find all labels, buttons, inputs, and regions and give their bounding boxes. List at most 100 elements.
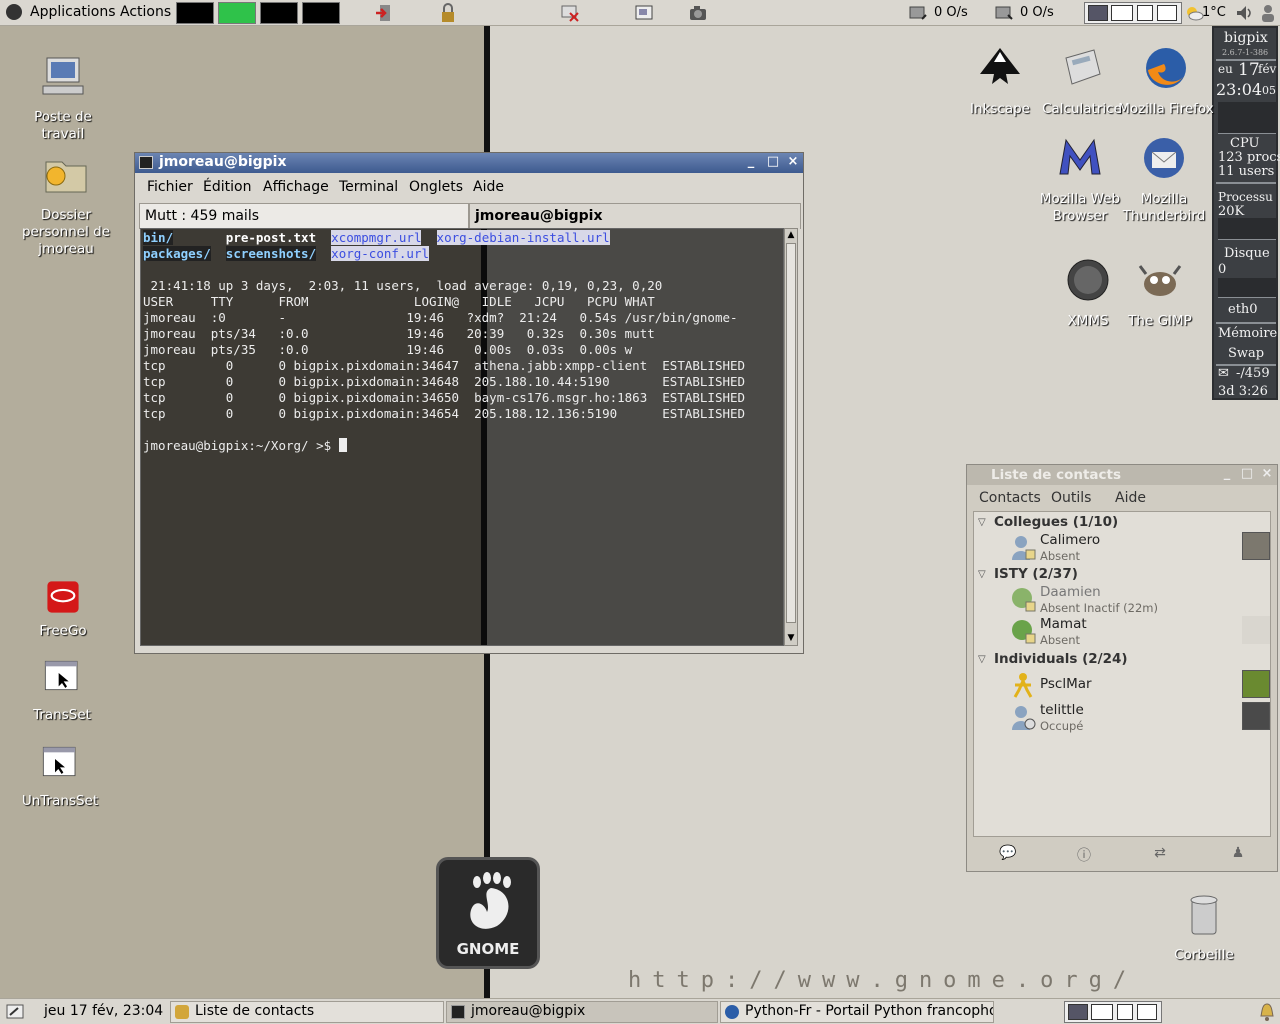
contact-avatar xyxy=(1242,532,1270,560)
close-button[interactable]: × xyxy=(785,154,801,170)
group-collegues[interactable]: Collegues (1/10) xyxy=(994,514,1118,530)
desktop-icon-trash[interactable]: Corbeille xyxy=(1156,890,1252,964)
workspace-2[interactable] xyxy=(218,2,256,24)
taskbar-button-terminal[interactable]: jmoreau@bigpix xyxy=(446,1001,718,1023)
contact-away-icon xyxy=(1012,536,1036,560)
output-line: tcp 0 0 bigpix.pixdomain:34654 205.188.1… xyxy=(143,406,746,421)
expand-triangle-icon[interactable]: ▽ xyxy=(978,569,988,580)
terminal-scrollbar[interactable]: ▲ ▼ xyxy=(784,228,798,646)
desktop-icon-computer[interactable]: Poste de travail xyxy=(15,52,111,143)
tab-mutt[interactable]: Mutt : 459 mails xyxy=(139,203,469,229)
menu-outils[interactable]: Outils xyxy=(1051,490,1091,506)
lock-screen-icon[interactable] xyxy=(438,3,458,23)
status-arrows-icon[interactable]: ⇄ xyxy=(1151,845,1169,863)
panel-clock[interactable]: jeu 17 fév, 23:04 xyxy=(44,1003,163,1019)
menu-edition[interactable]: Édition xyxy=(203,179,251,195)
desktop-icon-transset[interactable]: TransSet xyxy=(14,658,110,724)
gnome-logo: GNOME xyxy=(436,857,540,969)
desktop-icon-label: Dossier personnel de jmoreau xyxy=(21,207,111,257)
workspace-4[interactable] xyxy=(302,2,340,24)
close-button[interactable]: × xyxy=(1259,466,1275,482)
desktop-icon-label: Calculatrice xyxy=(1042,101,1122,117)
contacts-app-icon xyxy=(175,1005,189,1019)
terminal-titlebar[interactable]: jmoreau@bigpix _ □ × xyxy=(135,153,803,173)
minimize-button[interactable]: _ xyxy=(1219,466,1235,482)
gk-mail-icon[interactable]: ✉ xyxy=(1218,366,1229,381)
show-desktop-icon[interactable] xyxy=(634,3,654,23)
notification-icon[interactable] xyxy=(1258,1002,1276,1022)
shell-prompt: jmoreau@bigpix:~/Xorg/ >$ xyxy=(143,438,339,453)
trash-icon xyxy=(1190,895,1218,935)
menu-terminal[interactable]: Terminal xyxy=(339,179,398,195)
taskbar-button-browser[interactable]: Python-Fr - Portail Python francophone xyxy=(720,1001,994,1023)
group-isty[interactable]: ISTY (2/37) xyxy=(994,566,1078,582)
logout-icon[interactable] xyxy=(374,3,394,23)
contact-list-title: Liste de contacts xyxy=(991,467,1122,483)
scrollbar-thumb[interactable] xyxy=(786,243,796,623)
desktop-icon-untransset[interactable]: UnTransSet xyxy=(12,744,108,810)
taskbar-button-contacts[interactable]: Liste de contacts xyxy=(170,1001,444,1023)
user-status-icon[interactable] xyxy=(1258,3,1278,23)
actions-menu[interactable]: Actions xyxy=(120,4,171,20)
workspace-3[interactable] xyxy=(260,2,298,24)
desktop-icon-freego[interactable]: FreeGo xyxy=(15,580,111,640)
network-in-rate: 0 O/s xyxy=(934,5,968,20)
gkrellm-monitor: bigpix 2.6.7-1-386 eu 17 fév 23:04 05 CP… xyxy=(1212,26,1280,400)
gk-kernel: 2.6.7-1-386 xyxy=(1222,48,1269,57)
chat-icon[interactable]: 💬 xyxy=(999,845,1017,863)
menu-contacts[interactable]: Contacts xyxy=(979,490,1041,506)
contact-name[interactable]: telittle xyxy=(1040,702,1084,718)
screenshot-camera-icon[interactable] xyxy=(688,3,708,23)
network-out-rate: 0 O/s xyxy=(1020,5,1054,20)
contact-name[interactable]: Mamat xyxy=(1040,616,1087,632)
desktop-icon-label: FreeGo xyxy=(39,623,87,639)
contact-name[interactable]: PsclMar xyxy=(1040,676,1092,692)
workspace-pager[interactable] xyxy=(1084,2,1182,24)
add-contact-icon[interactable]: ♟ xyxy=(1229,845,1247,863)
menu-aide[interactable]: Aide xyxy=(1115,490,1146,506)
desktop-icon-gimp[interactable]: The GIMP xyxy=(1112,256,1208,330)
desktop-icon-firefox[interactable]: Mozilla Firefox xyxy=(1118,44,1214,118)
gk-date-month: fév xyxy=(1258,62,1277,76)
output-line: tcp 0 0 bigpix.pixdomain:34648 205.188.1… xyxy=(143,374,746,389)
scroll-up-arrow-icon[interactable]: ▲ xyxy=(785,229,797,242)
bottom-workspace-pager[interactable] xyxy=(1064,1001,1162,1023)
show-desktop-icon[interactable] xyxy=(6,1003,24,1021)
mozilla-icon xyxy=(1059,138,1101,175)
desktop-icon-home[interactable]: Dossier personnel de jmoreau xyxy=(18,150,114,258)
gk-disk-graph xyxy=(1218,278,1276,298)
desktop-icon-calculator[interactable]: Calculatrice xyxy=(1034,44,1130,118)
contact-name[interactable]: Daamien xyxy=(1040,584,1101,600)
menu-aide[interactable]: Aide xyxy=(473,179,504,195)
contact-list-titlebar[interactable]: Liste de contacts _ □ × xyxy=(967,465,1277,485)
close-display-icon[interactable] xyxy=(560,3,580,23)
wallpaper-url-text: http://www.gnome.org/ xyxy=(628,968,1138,993)
gnome-menu-icon[interactable] xyxy=(6,4,22,20)
scroll-down-arrow-icon[interactable]: ▼ xyxy=(785,632,797,645)
taskbar-label: Python-Fr - Portail Python francophone xyxy=(745,1003,994,1019)
contact-name[interactable]: Calimero xyxy=(1040,532,1100,548)
tab-shell[interactable]: jmoreau@bigpix xyxy=(469,203,801,229)
menu-fichier[interactable]: Fichier xyxy=(147,179,193,195)
desktop-icon-mozilla[interactable]: Mozilla Web Browser xyxy=(1032,134,1128,225)
computer-icon xyxy=(42,57,84,95)
desktop-icon-label: Corbeille xyxy=(1174,947,1234,963)
terminal-output[interactable]: bin/ pre-post.txt xcompmgr.url xorg-debi… xyxy=(140,228,784,646)
contact-roster[interactable]: ▽ Collegues (1/10) Calimero Absent ▽ IST… xyxy=(973,511,1271,837)
menu-onglets[interactable]: Onglets xyxy=(409,179,463,195)
home-folder-icon xyxy=(45,161,87,193)
workspace-1[interactable] xyxy=(176,2,214,24)
maximize-button[interactable]: □ xyxy=(1239,466,1255,482)
applications-menu[interactable]: Applications xyxy=(30,4,116,20)
maximize-button[interactable]: □ xyxy=(765,154,781,170)
ls-entry: xorg-conf.url xyxy=(331,246,430,261)
menu-affichage[interactable]: Affichage xyxy=(263,179,329,195)
group-individuals[interactable]: Individuals (2/24) xyxy=(994,651,1128,667)
volume-icon[interactable] xyxy=(1234,3,1254,23)
expand-triangle-icon[interactable]: ▽ xyxy=(978,517,988,528)
minimize-button[interactable]: _ xyxy=(743,154,759,170)
info-icon[interactable]: ⓘ xyxy=(1075,845,1093,864)
gk-date-day: eu xyxy=(1218,62,1233,76)
expand-triangle-icon[interactable]: ▽ xyxy=(978,654,988,665)
desktop-icon-thunderbird[interactable]: Mozilla Thunderbird xyxy=(1116,134,1212,225)
